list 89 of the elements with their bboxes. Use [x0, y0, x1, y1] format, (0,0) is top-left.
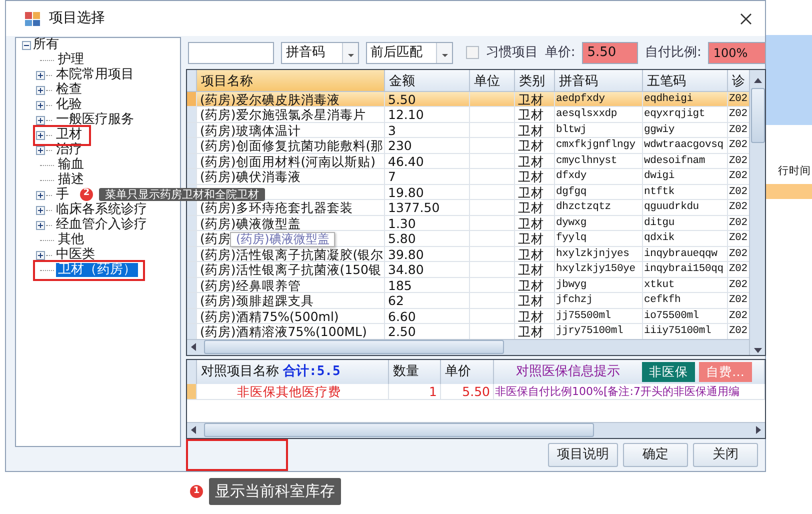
table-cell: dywxg	[555, 216, 643, 230]
table-cell: 5.80	[385, 231, 470, 246]
annotation-tooltip: 菜单只显示药房卫材和全院卫材	[99, 188, 265, 200]
table-cell: 卫材	[515, 293, 555, 308]
table-cell: ggwiy	[643, 122, 728, 137]
table-cell: 卫材	[515, 278, 555, 292]
table-cell: jfchzj	[555, 293, 643, 308]
table-cell: 卫材	[515, 122, 555, 137]
table-cell: 卫材	[515, 169, 555, 184]
table-cell: dfxdy	[555, 169, 643, 184]
table-cell: aedpfxdy	[555, 92, 643, 106]
table-cell: (药房)创面用材料(河南以斯贴)	[197, 154, 385, 168]
window-title: 项目选择	[49, 9, 105, 28]
table-cell: 19.80	[385, 184, 470, 199]
table-cell: 卫材	[515, 200, 555, 214]
table-cell: 卫材	[515, 154, 555, 168]
table-cell: ntftk	[643, 184, 728, 199]
table-cell: 卫材	[515, 246, 555, 261]
table-cell: 卫材	[515, 231, 555, 246]
table-cell: dhzctzqtz	[555, 200, 643, 214]
table-cell: cmyclhnyst	[555, 154, 643, 168]
insurance-tag: 自费…	[699, 362, 752, 382]
table-cell: bltwj	[555, 122, 643, 137]
table-cell: inqybrai150qq	[643, 262, 728, 276]
table-cell: 230	[385, 138, 470, 152]
table-cell: 卫材	[515, 262, 555, 276]
table-cell: (药房)碘液微型盖	[197, 216, 385, 230]
table-cell: 非医保其他医疗费	[197, 384, 389, 398]
table-cell: 卫材	[515, 308, 555, 323]
table-cell: 6.60	[385, 308, 470, 323]
table-cell: wdwtraacgovsq	[643, 138, 728, 152]
table-cell: 39.80	[385, 246, 470, 261]
table-cell: hxylzkjnjyes	[555, 246, 643, 261]
table-cell: (药房)经鼻喂养管	[197, 278, 385, 292]
step-badge: 1	[190, 484, 203, 498]
table-cell: 185	[385, 278, 470, 292]
table-cell: qguudrkdu	[643, 200, 728, 214]
table-cell: ditgu	[643, 216, 728, 230]
table-cell: eqdheigi	[643, 92, 728, 106]
table-cell: cefkfh	[643, 293, 728, 308]
table-cell: 1.30	[385, 216, 470, 230]
table-cell: 卫材	[515, 184, 555, 199]
total-label: 合计:5.5	[283, 362, 340, 381]
table-cell: (药房)爱尔碘皮肤消毒液	[197, 92, 385, 106]
table-cell: io75500ml	[643, 308, 728, 323]
insurance-tag: 非医保	[642, 362, 695, 382]
table-cell: 3	[385, 122, 470, 137]
column-header: 行时间	[778, 164, 811, 179]
table-cell: 1377.50	[385, 200, 470, 214]
tooltip: (药房)碘液微型盖	[230, 232, 336, 247]
table-cell: 5.50	[385, 92, 470, 106]
table-cell: 卫材	[515, 138, 555, 152]
table-cell: 卫材	[515, 107, 555, 122]
table-cell: 12.10	[385, 107, 470, 122]
table-cell: qdxik	[643, 231, 728, 246]
table-cell: jj75500ml	[555, 308, 643, 323]
table-cell: fyylq	[555, 231, 643, 246]
price-label: 单价:	[544, 44, 576, 62]
table-cell: 62	[385, 293, 470, 308]
table-cell: (药房)碘伏消毒液	[197, 169, 385, 184]
table-cell: dwigi	[643, 169, 728, 184]
annotation-tooltip: 显示当前科室库存	[209, 478, 341, 504]
table-cell: inqybraueqqw	[643, 246, 728, 261]
column-header: 对照项目名称	[201, 362, 279, 381]
table-cell: 5.50	[441, 384, 494, 398]
table-cell: 34.80	[385, 262, 470, 276]
table-cell: xtkut	[643, 278, 728, 292]
table-cell: (药房)爱尔施强氯杀星消毒片	[197, 107, 385, 122]
column-header: 对照医保信息提示	[516, 362, 620, 381]
table-cell: 46.40	[385, 154, 470, 168]
table-cell: 7	[385, 169, 470, 184]
table-cell: 卫材	[515, 92, 555, 106]
table-cell: wdesoifnam	[643, 154, 728, 168]
table-cell: (药房)酒精75%(500ml)	[197, 308, 385, 323]
table-cell: jbwyg	[555, 278, 643, 292]
table-cell: (药房)活性银离子抗菌液(150银	[197, 262, 385, 276]
table-cell: 非医保自付比例100%[备注:7开头的非医保通用编	[494, 384, 765, 398]
table-cell: aesqlsxxdp	[555, 107, 643, 122]
checkbox-label: 习惯项目	[486, 44, 538, 62]
table-cell: hxylzkjy150ye	[555, 262, 643, 276]
ratio-label: 自付比例:	[644, 44, 702, 62]
table-cell: cmxfkjgnflngy	[555, 138, 643, 152]
table-cell: 1	[389, 384, 441, 398]
table-cell: dgfgq	[555, 184, 643, 199]
table-cell: (药房)颈腓超踝支具	[197, 293, 385, 308]
table-cell: (药房)玻璃体温计	[197, 122, 385, 137]
table-cell: eqyxrqjigt	[643, 107, 728, 122]
table-cell: 卫材	[515, 216, 555, 230]
table-cell: (药房)创面修复抗菌功能敷料(那	[197, 138, 385, 152]
